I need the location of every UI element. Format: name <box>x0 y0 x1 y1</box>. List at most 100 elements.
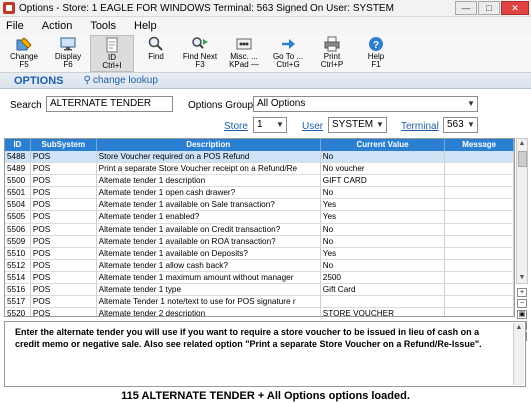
cell-message <box>445 175 514 187</box>
copy-icon[interactable]: ▣ <box>517 310 527 319</box>
cell-description: Altemate tender 1 allow cash back? <box>97 259 321 271</box>
table-row[interactable]: 5517 POS Altemate Tender 1 note/text to us… <box>5 296 514 309</box>
menu-tools[interactable]: Tools <box>90 20 116 32</box>
cell-current-value: Yes <box>321 247 446 259</box>
column-header-message[interactable]: Message <box>445 139 514 151</box>
scroll-thumb[interactable] <box>518 151 527 167</box>
cell-message <box>445 223 514 235</box>
print-button[interactable]: Print Ctrl+P <box>310 35 354 72</box>
options-header: OPTIONS ⚲ change lookup <box>0 73 531 89</box>
cell-subsystem: POS <box>31 175 97 187</box>
cell-id: 5516 <box>5 284 31 296</box>
cell-description: Altemate tender 1 enabled? <box>97 211 321 223</box>
close-button[interactable]: ✕ <box>501 1 529 15</box>
maximize-button[interactable]: □ <box>478 1 500 15</box>
find-button[interactable]: Find <box>134 35 178 72</box>
cell-subsystem: POS <box>31 235 97 247</box>
store-link[interactable]: Store <box>224 121 248 132</box>
user-select[interactable]: SYSTEM ▼ <box>328 117 387 133</box>
collapse-icon[interactable]: − <box>517 299 527 308</box>
menu-action[interactable]: Action <box>42 20 73 32</box>
cell-description: Altemate tender 1 description <box>97 175 321 187</box>
column-header-description[interactable]: Description <box>97 139 321 151</box>
scroll-up-icon[interactable]: ▲ <box>514 323 524 333</box>
option-help-panel: Enter the alternate tender you will use … <box>4 321 526 387</box>
options-group-value: All Options <box>257 98 306 109</box>
goto-button[interactable]: Go To ... Ctrl+G <box>266 35 310 72</box>
terminal-select[interactable]: 563 ▼ <box>443 117 478 133</box>
cell-current-value: Yes <box>321 211 446 223</box>
cell-id: 5501 <box>5 187 31 199</box>
search-input[interactable]: ALTERNATE TENDER <box>46 96 173 112</box>
table-row[interactable]: 5500 POS Altemate tender 1 description GIFT… <box>5 175 514 188</box>
display-button[interactable]: Display F6 <box>46 35 90 72</box>
table-row[interactable]: 5509 POS Altemate tender 1 available on RO… <box>5 235 514 248</box>
cell-id: 5520 <box>5 308 31 316</box>
column-header-subsystem[interactable]: SubSystem <box>31 139 97 151</box>
cell-message <box>445 151 514 163</box>
scroll-down-icon[interactable]: ▼ <box>517 273 527 283</box>
misc-icon <box>236 38 252 50</box>
minimize-button[interactable]: — <box>455 1 477 15</box>
table-row[interactable]: 5504 POS Altemate tender 1 available on Sa… <box>5 199 514 212</box>
terminal-value: 563 <box>447 119 464 130</box>
cell-current-value: Yes <box>321 199 446 211</box>
cell-subsystem: POS <box>31 199 97 211</box>
change-lookup-link[interactable]: change lookup <box>93 75 158 86</box>
column-header-id[interactable]: ID <box>5 139 31 151</box>
table-row[interactable]: 5512 POS Altemate tender 1 allow cash back… <box>5 259 514 272</box>
table-row[interactable]: 5510 POS Altemate tender 1 available on De… <box>5 247 514 260</box>
table-row[interactable]: 5501 POS Altemate tender 1 open cash drawe… <box>5 187 514 200</box>
cell-description: Altemate tender 1 open cash drawer? <box>97 187 321 199</box>
cell-description: Altemate tender 1 type <box>97 284 321 296</box>
cell-message <box>445 211 514 223</box>
cell-message <box>445 187 514 199</box>
store-value: 1 <box>257 119 263 130</box>
cell-message <box>445 163 514 175</box>
change-button[interactable]: Change F5 <box>2 35 46 72</box>
cell-id: 5500 <box>5 175 31 187</box>
menu-help[interactable]: Help <box>134 20 157 32</box>
help-scrollbar[interactable]: ▲ <box>513 323 524 385</box>
store-select[interactable]: 1 ▼ <box>253 117 287 133</box>
id-button[interactable]: ID Ctrl+I <box>90 35 134 72</box>
cell-message <box>445 284 514 296</box>
help-button[interactable]: ? Help F1 <box>354 35 398 72</box>
user-link[interactable]: User <box>302 121 323 132</box>
cell-message <box>445 308 514 316</box>
table-row[interactable]: 5516 POS Altemate tender 1 type Gift Card <box>5 284 514 297</box>
table-row[interactable]: 5506 POS Altemate tender 1 available on Cr… <box>5 223 514 236</box>
cell-description: Store Voucher required on a POS Refund <box>96 151 321 163</box>
expand-icon[interactable]: + <box>517 288 527 297</box>
cell-current-value <box>321 296 446 308</box>
table-row[interactable]: 5488 POS Store Voucher required on a POS R… <box>5 151 514 164</box>
cell-current-value: No voucher <box>321 163 446 175</box>
table-row[interactable]: 5520 POS Altemate tender 2 description STOR… <box>5 308 514 316</box>
window-title: Options - Store: 1 EAGLE FOR WINDOWS Ter… <box>19 2 394 14</box>
cell-description: Altemate tender 1 available on Deposits? <box>97 247 321 259</box>
grid-body: 5488 POS Store Voucher required on a POS R… <box>5 151 514 316</box>
cell-description: Altemate tender 1 available on ROA trans… <box>97 235 321 247</box>
table-row[interactable]: 5489 POS Print a separate Store Voucher re… <box>5 163 514 176</box>
cell-message <box>445 296 514 308</box>
cell-subsystem: POS <box>30 151 97 163</box>
cell-subsystem: POS <box>31 163 97 175</box>
find-next-button[interactable]: Find Next F3 <box>178 35 222 72</box>
options-group-select[interactable]: All Options ▼ <box>253 96 478 112</box>
terminal-link[interactable]: Terminal <box>401 121 439 132</box>
menu-file[interactable]: File <box>6 20 24 32</box>
chevron-down-icon: ▼ <box>465 97 477 111</box>
grid-scrollbar[interactable]: ▲ ▼ <box>516 138 528 284</box>
cell-id: 5504 <box>5 199 31 211</box>
cell-description: Altemate tender 1 maximum amount without… <box>97 271 321 284</box>
table-row[interactable]: 5514 POS Altemate tender 1 maximum amount … <box>5 271 514 285</box>
cell-id: 5505 <box>5 211 31 223</box>
cell-id: 5510 <box>5 247 31 259</box>
title-bar: Options - Store: 1 EAGLE FOR WINDOWS Ter… <box>0 0 531 17</box>
cell-description: Altemate tender 1 available on Credit tr… <box>97 223 321 235</box>
table-row[interactable]: 5505 POS Altemate tender 1 enabled? Yes <box>5 211 514 224</box>
misc-button[interactable]: Misc. ... KPad — <box>222 35 266 72</box>
cell-message <box>445 235 514 247</box>
column-header-current-value[interactable]: Current Value <box>321 139 446 151</box>
scroll-up-icon[interactable]: ▲ <box>517 139 527 149</box>
